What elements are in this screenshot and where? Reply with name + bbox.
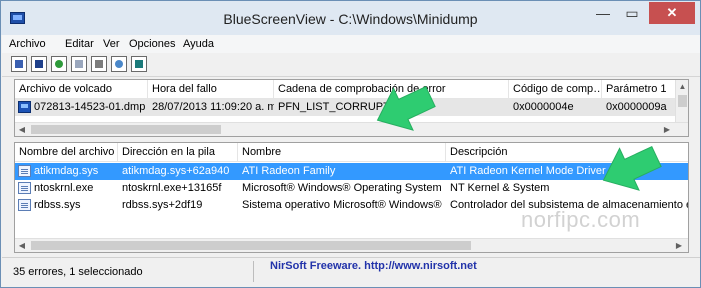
menu-ayuda[interactable]: Ayuda (183, 38, 214, 50)
menu-editar[interactable]: Editar (65, 38, 94, 50)
scroll-left-icon[interactable]: ◀ (15, 123, 29, 136)
minimize-button[interactable]: — (589, 2, 617, 24)
arrow-pointer-icon (602, 145, 662, 191)
dump-list-header: Archivo de volcado Hora del fallo Cadena… (15, 80, 676, 99)
status-divider (253, 261, 254, 282)
dump-time: 28/07/2013 11:09:20 a. m. (152, 101, 274, 113)
menu-archivo[interactable]: Archivo (9, 38, 46, 50)
col-nombre-archivo[interactable]: Nombre del archivo (15, 143, 118, 162)
find-icon[interactable] (111, 56, 127, 72)
driver-file: ntoskrnl.exe (34, 182, 94, 194)
scroll-right-icon[interactable]: ▶ (660, 123, 674, 136)
arrow-pointer-icon (376, 85, 436, 131)
driver-horizontal-scrollbar[interactable]: ◀ ▶ (15, 238, 688, 252)
dump-vertical-scrollbar[interactable]: ▲ (675, 80, 688, 122)
menu-ver[interactable]: Ver (103, 38, 120, 50)
dump-file: 072813-14523-01.dmp (34, 101, 146, 113)
col-archivo-volcado[interactable]: Archivo de volcado (15, 80, 148, 99)
driver-row-selected[interactable]: atikmdag.sys atikmdag.sys+62a940 ATI Rad… (15, 163, 688, 180)
title-bar[interactable]: BlueScreenView - C:\Windows\Minidump — ▭… (1, 1, 700, 35)
dump-list[interactable]: Archivo de volcado Hora del fallo Cadena… (14, 79, 689, 137)
app-window: BlueScreenView - C:\Windows\Minidump — ▭… (0, 0, 701, 288)
watermark-text: norfipc.com (521, 207, 641, 232)
scroll-right-icon[interactable]: ▶ (672, 239, 686, 252)
col-nombre[interactable]: Nombre (238, 143, 446, 162)
status-bar: 35 errores, 1 seleccionado NirSoft Freew… (2, 257, 700, 285)
save-icon[interactable] (31, 56, 47, 72)
dump-horizontal-scrollbar[interactable]: ◀ ▶ (15, 122, 688, 136)
driver-name: Sistema operativo Microsoft® Windows® (242, 199, 442, 211)
driver-list-header: Nombre del archivo Dirección en la pila … (15, 143, 688, 162)
col-parametro-1[interactable]: Parámetro 1 (602, 80, 676, 99)
menu-bar: Archivo Editar Ver Opciones Ayuda (2, 35, 700, 53)
driver-hscroll-thumb[interactable] (31, 241, 471, 250)
toolbar (2, 53, 700, 77)
scroll-left-icon[interactable]: ◀ (15, 239, 29, 252)
driver-list[interactable]: Nombre del archivo Dirección en la pila … (14, 142, 689, 253)
refresh-icon[interactable] (51, 56, 67, 72)
driver-row[interactable]: ntoskrnl.exe ntoskrnl.exe+13165f Microso… (15, 180, 688, 197)
dump-code: 0x0000004e (513, 101, 574, 113)
col-direccion-pila[interactable]: Dirección en la pila (118, 143, 238, 162)
html-report-icon[interactable] (11, 56, 27, 72)
menu-opciones[interactable]: Opciones (129, 38, 175, 50)
driver-file: rdbss.sys (34, 199, 81, 211)
copy-icon[interactable] (71, 56, 87, 72)
scroll-up-icon[interactable]: ▲ (676, 80, 688, 94)
nirsoft-link[interactable]: NirSoft Freeware. http://www.nirsoft.net (270, 260, 477, 272)
driver-address: atikmdag.sys+62a940 (122, 165, 230, 177)
driver-name: Microsoft® Windows® Operating System (242, 182, 442, 194)
dump-param1: 0x0000009a (606, 101, 667, 113)
close-button[interactable]: ✕ (649, 2, 695, 24)
dump-row[interactable]: 072813-14523-01.dmp 28/07/2013 11:09:20 … (15, 99, 676, 116)
driver-address: ntoskrnl.exe+13165f (122, 182, 222, 194)
driver-file: atikmdag.sys (34, 165, 99, 177)
properties-icon[interactable] (91, 56, 107, 72)
maximize-button[interactable]: ▭ (618, 2, 646, 24)
col-codigo[interactable]: Código de comp… (509, 80, 602, 99)
exit-icon[interactable] (131, 56, 147, 72)
dump-vscroll-thumb[interactable] (678, 95, 687, 107)
dump-hscroll-thumb[interactable] (31, 125, 221, 134)
driver-name: ATI Radeon Family (242, 165, 336, 177)
driver-address: rdbss.sys+2df19 (122, 199, 203, 211)
status-count: 35 errores, 1 seleccionado (13, 266, 143, 278)
col-hora-fallo[interactable]: Hora del fallo (148, 80, 274, 99)
